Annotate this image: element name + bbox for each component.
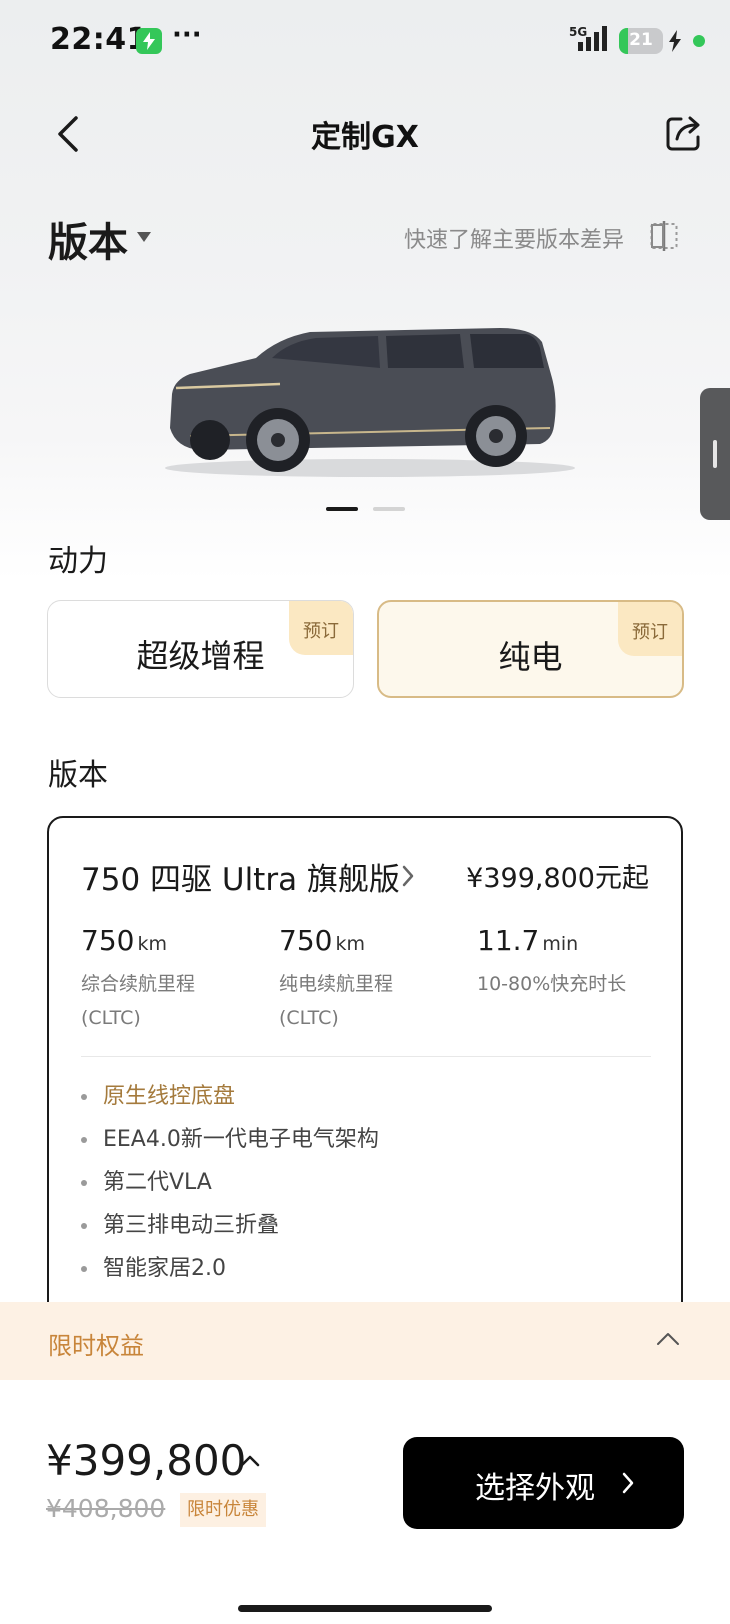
carousel-dot[interactable] [373,507,405,511]
spec-desc: 10-80%快充时长 [477,973,627,995]
version-dropdown[interactable]: 版本 [48,210,128,268]
preorder-badge: 预订 [289,601,353,655]
privacy-indicator-dot [693,35,705,47]
preorder-badge: 预订 [618,602,682,656]
version-section-label: 版本 [48,758,108,793]
spec-value: 11.7 [477,924,540,957]
promo-bar[interactable]: 限时权益 [0,1302,730,1380]
chevron-up-icon[interactable] [240,1455,260,1467]
power-section-label: 动力 [48,544,108,579]
charging-bolt-icon [669,30,681,52]
spec-unit: km [335,933,365,955]
page-title: 定制GX [311,120,419,155]
spec-desc: 综合续航里程 [81,973,196,995]
spec-value: 750 [279,924,333,957]
car-image [165,328,575,477]
original-price: ¥408,800 [46,1494,166,1523]
chevron-right-icon[interactable] [401,864,415,888]
trim-card[interactable]: 750 四驱 Ultra 旗舰版 ¥399,800元起 750 km 综合续航里程… [47,816,683,1336]
status-time: 22:41 [50,22,148,57]
trim-name[interactable]: 750 四驱 Ultra 旗舰版 [81,854,400,899]
carousel-dot[interactable] [326,507,358,511]
spec-combined-range: 750 km 综合续航里程 (CLTC) [81,924,271,1035]
discount-badge: 限时优惠 [180,1493,266,1527]
spec-desc-note: (CLTC) [279,1007,339,1029]
status-bar: 22:41 ··· 5G 21 [0,0,730,84]
feature-item: 智能家居2.0 [81,1250,226,1282]
spec-ev-range: 750 km 纯电续航里程 (CLTC) [279,924,469,1035]
spec-unit: min [542,933,579,955]
spec-desc-note: (CLTC) [81,1007,141,1029]
chevron-up-icon[interactable] [656,1332,680,1346]
spec-value: 750 [81,924,135,957]
feature-item: 第三排电动三折叠 [81,1207,279,1239]
caret-down-icon[interactable] [137,232,151,242]
more-status-icon: ··· [172,20,202,50]
select-exterior-button[interactable]: 选择外观 [403,1437,684,1529]
charging-app-icon [136,28,162,54]
share-icon[interactable] [664,113,704,153]
side-drawer-handle[interactable] [700,388,730,520]
divider [81,1056,651,1057]
battery-level: 21 [629,30,653,50]
hero-background [0,0,730,580]
feature-item: 原生线控底盘 [81,1078,235,1110]
power-option-ev[interactable]: 纯电 预订 [377,600,684,698]
cta-label: 选择外观 [475,1471,595,1506]
compare-icon[interactable] [650,221,678,251]
bottom-bar: ¥399,800 ¥408,800 限时优惠 选择外观 [0,1380,730,1624]
trim-price: ¥399,800元起 [466,863,649,894]
signal-icon [578,26,607,51]
battery-icon: 21 [619,28,663,54]
total-price[interactable]: ¥399,800 [46,1436,246,1485]
power-option-erev[interactable]: 超级增程 预订 [47,600,354,698]
compare-versions-link[interactable]: 快速了解主要版本差异 [404,222,624,254]
feature-item: EEA4.0新一代电子电气架构 [81,1121,379,1153]
spec-desc: 纯电续航里程 [279,973,394,995]
home-indicator[interactable] [238,1605,492,1612]
feature-item: 第二代VLA [81,1164,212,1196]
spec-fast-charge: 11.7 min 10-80%快充时长 [477,924,667,1001]
promo-label: 限时权益 [48,1332,144,1360]
spec-unit: km [137,933,167,955]
chevron-right-icon [622,1472,634,1494]
